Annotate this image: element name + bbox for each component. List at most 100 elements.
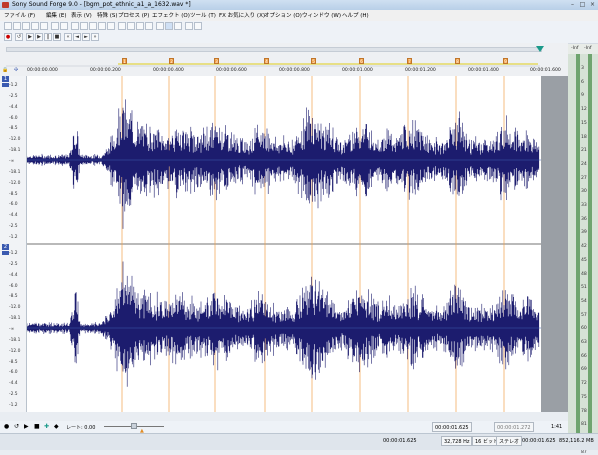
- marker-2[interactable]: 2: [169, 58, 174, 64]
- marker-icon[interactable]: [194, 22, 202, 30]
- waveform-canvas[interactable]: [26, 76, 541, 412]
- end-time: 00:00:01.625: [383, 438, 417, 444]
- channel-mode[interactable]: ステレオ: [496, 436, 523, 446]
- maximize-icon[interactable]: □: [578, 1, 587, 8]
- menu-special[interactable]: 特殊 (S): [97, 11, 118, 19]
- db-scale-label: -∞: [9, 327, 15, 332]
- save-as-icon[interactable]: [31, 22, 39, 30]
- menu-fx-favorites[interactable]: FX お気に入り (X): [219, 11, 265, 19]
- pencil-tool-icon[interactable]: [174, 22, 182, 30]
- meter-scale-label: 9: [581, 93, 584, 99]
- loop-icon[interactable]: ↺: [15, 33, 23, 41]
- meter-scale-label: 72: [581, 381, 587, 387]
- stop-icon[interactable]: ■: [53, 33, 61, 41]
- db-scale-label: -8.5: [9, 191, 18, 197]
- db-scale-label: -12.0: [9, 305, 21, 311]
- lock-icon[interactable]: 🔒: [2, 67, 8, 73]
- rewind-icon[interactable]: ◄: [73, 33, 81, 41]
- record-icon[interactable]: ●: [4, 423, 9, 430]
- render-icon[interactable]: [40, 22, 48, 30]
- selection-length-field[interactable]: 00:00:01.272: [494, 422, 534, 432]
- channel-1-select-icon[interactable]: [2, 83, 9, 87]
- playhead-icon[interactable]: [536, 46, 544, 52]
- magnify-tool-icon[interactable]: [165, 22, 173, 30]
- open-file-icon[interactable]: [13, 22, 21, 30]
- close-icon[interactable]: ×: [588, 1, 597, 8]
- marker-6[interactable]: 6: [359, 58, 364, 64]
- rate-slider-thumb[interactable]: [131, 423, 137, 429]
- marker-3[interactable]: 3: [214, 58, 219, 64]
- channel-2-select-icon[interactable]: [2, 251, 9, 255]
- menu-effects[interactable]: エフェクト (O): [152, 11, 190, 19]
- properties-icon[interactable]: [60, 22, 68, 30]
- channel-1-badge[interactable]: 1: [2, 76, 9, 82]
- overview-track[interactable]: [6, 47, 542, 52]
- selection-start-field[interactable]: 00:00:01.625: [432, 422, 472, 432]
- waveform-display[interactable]: [26, 76, 541, 412]
- minimize-icon[interactable]: –: [568, 1, 577, 8]
- db-scale-label: -1.2: [9, 235, 18, 240]
- record-small-icon[interactable]: [51, 22, 59, 30]
- menu-tools[interactable]: ツール (T): [190, 11, 216, 19]
- copy-icon[interactable]: [80, 22, 88, 30]
- meter-scale-label: 6: [581, 79, 584, 85]
- menu-file[interactable]: ファイル (F): [4, 11, 35, 19]
- region-icon[interactable]: [185, 22, 193, 30]
- menu-help[interactable]: ヘルプ (H): [342, 11, 369, 19]
- db-scale-label: -2.5: [9, 261, 18, 267]
- menu-edit[interactable]: 編集 (E): [46, 11, 67, 19]
- snap-icon[interactable]: ✣: [14, 67, 18, 73]
- cut-icon[interactable]: [71, 22, 79, 30]
- record-icon[interactable]: ●: [4, 33, 12, 41]
- add-marker-icon[interactable]: ✚: [44, 423, 49, 430]
- play-icon[interactable]: ▶: [35, 33, 43, 41]
- meter-scale-label: 66: [581, 353, 587, 359]
- marker-5[interactable]: 5: [311, 58, 316, 64]
- db-scale-label: -8.5: [9, 359, 18, 365]
- meter-scale-label: 51: [581, 285, 587, 291]
- db-scale-label: -1.2: [9, 83, 18, 88]
- marker-4[interactable]: 4: [264, 58, 269, 64]
- db-scale-label: -2.5: [9, 93, 18, 99]
- scrub-icon[interactable]: ◆: [54, 423, 59, 430]
- ruler-tick-label: 00:00:00.000: [27, 68, 58, 73]
- trim-icon[interactable]: [107, 22, 115, 30]
- db-scale-label: -12.0: [9, 137, 21, 143]
- marker-1[interactable]: 1: [122, 58, 127, 64]
- edit-tool-icon[interactable]: [156, 22, 164, 30]
- play-all-icon[interactable]: ▶: [24, 423, 29, 430]
- sample-rate[interactable]: 32,728 Hz: [441, 436, 473, 446]
- overview-bar[interactable]: [0, 43, 568, 57]
- menu-options[interactable]: オプション (O): [264, 11, 302, 19]
- play-all-icon[interactable]: ▶: [26, 33, 34, 41]
- stop-icon[interactable]: ■: [34, 423, 40, 430]
- forward-icon[interactable]: ►: [82, 33, 90, 41]
- redo-icon[interactable]: [127, 22, 135, 30]
- repeat-icon[interactable]: [136, 22, 144, 30]
- meter-left-channel: [576, 54, 580, 449]
- menu-view[interactable]: 表示 (V): [71, 11, 92, 19]
- db-scale-label: -6.0: [9, 370, 18, 376]
- go-start-icon[interactable]: «: [64, 33, 72, 41]
- menu-process[interactable]: プロセス (P): [118, 11, 149, 19]
- marker-9[interactable]: 9: [503, 58, 508, 64]
- level-meter: -Inf -Inf 3 6 9 12 15 18 21 24 27 30 33 36 39 42 45 48 5…: [568, 44, 598, 455]
- menu-window[interactable]: ウィンドウ (W): [302, 11, 341, 19]
- save-icon[interactable]: [22, 22, 30, 30]
- marker-8[interactable]: 8: [455, 58, 460, 64]
- time-ruler[interactable]: 1 2 3 4 5 6 7 8 9 00:00:00.000 00:00:00.…: [0, 57, 568, 76]
- mix-icon[interactable]: [98, 22, 106, 30]
- channel-2-badge[interactable]: 2: [2, 244, 9, 250]
- meter-header: -Inf -Inf: [568, 44, 598, 54]
- pause-icon[interactable]: ‖: [44, 33, 52, 41]
- loop-icon[interactable]: ↺: [14, 423, 19, 430]
- new-file-icon[interactable]: [4, 22, 12, 30]
- undo-icon[interactable]: [118, 22, 126, 30]
- history-icon[interactable]: [145, 22, 153, 30]
- go-end-icon[interactable]: »: [91, 33, 99, 41]
- meter-scale-label: 24: [581, 161, 587, 167]
- paste-icon[interactable]: [89, 22, 97, 30]
- marker-7[interactable]: 7: [407, 58, 412, 64]
- db-scale-label: -8.5: [9, 126, 18, 132]
- selection-tail-area[interactable]: [541, 76, 568, 412]
